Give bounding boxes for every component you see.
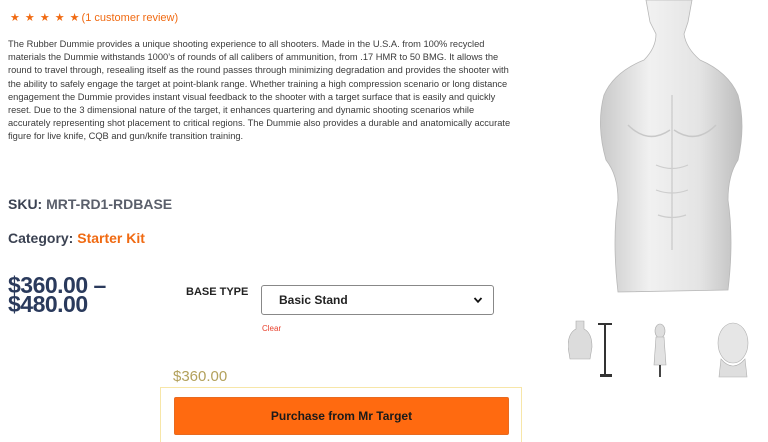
base-type-label: BASE TYPE xyxy=(186,286,249,298)
rating-stars: ★ ★ ★ ★ ★ xyxy=(10,12,81,24)
product-main-image[interactable] xyxy=(588,0,768,300)
clear-selection-link[interactable]: Clear xyxy=(262,324,281,333)
product-sku: SKU: MRT-RD1-RDBASE xyxy=(8,196,172,212)
product-thumbnail-3[interactable] xyxy=(703,317,761,379)
category-link[interactable]: Starter Kit xyxy=(77,230,145,246)
price-range: $360.00 – $480.00 xyxy=(8,274,106,316)
sku-value: MRT-RD1-RDBASE xyxy=(46,196,173,212)
purchase-button[interactable]: Purchase from Mr Target xyxy=(174,397,509,435)
customer-review-link[interactable]: (1 customer review) xyxy=(82,12,179,24)
base-type-selected-value: Basic Stand xyxy=(279,293,348,307)
product-description: The Rubber Dummie provides a unique shoo… xyxy=(8,39,511,142)
selected-variation-price: $360.00 xyxy=(173,368,228,385)
base-type-select[interactable]: Basic Stand xyxy=(261,285,494,315)
product-category: Category: Starter Kit xyxy=(8,230,145,246)
product-thumbnail-1[interactable] xyxy=(568,317,626,379)
product-rating: ★ ★ ★ ★ ★ (1 customer review) xyxy=(10,11,179,25)
category-label: Category: xyxy=(8,230,74,246)
chevron-down-icon xyxy=(473,297,483,304)
product-thumbnail-2[interactable] xyxy=(636,317,694,379)
sku-label: SKU: xyxy=(8,196,43,212)
